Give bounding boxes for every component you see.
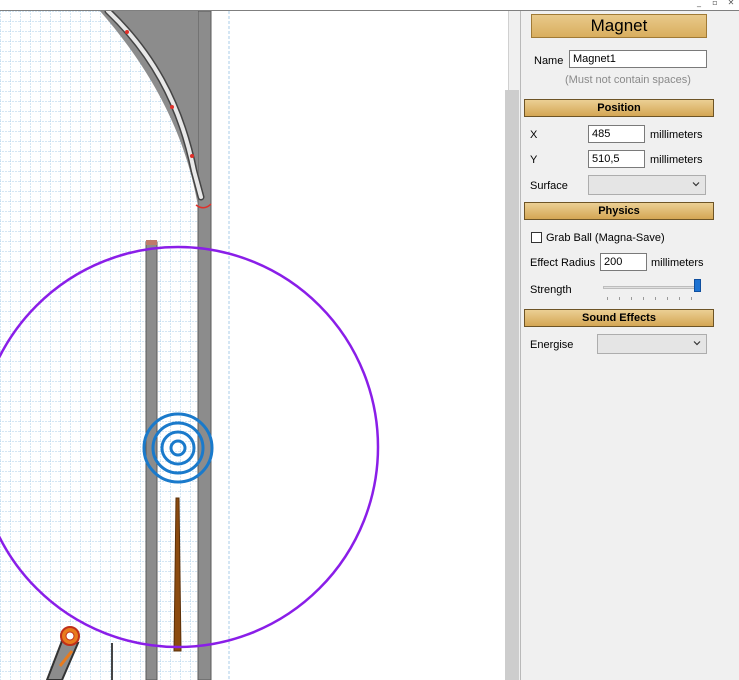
window-controls: _ ▫ ✕ — [691, 0, 739, 8]
canvas-vertical-scrollbar[interactable] — [505, 90, 519, 680]
strength-label: Strength — [530, 284, 572, 296]
physics-section-header[interactable]: Physics — [524, 202, 714, 220]
y-field[interactable] — [588, 150, 645, 168]
x-unit: millimeters — [650, 129, 703, 141]
y-label: Y — [530, 154, 538, 166]
sound-effects-section-header[interactable]: Sound Effects — [524, 309, 714, 327]
x-label: X — [530, 129, 538, 141]
surface-dropdown[interactable] — [588, 175, 706, 195]
strength-slider-thumb[interactable] — [694, 279, 701, 292]
grab-ball-label[interactable]: Grab Ball (Magna-Save) — [546, 232, 665, 244]
y-unit: millimeters — [650, 154, 703, 166]
guide-marker — [190, 154, 194, 158]
effect-radius-field[interactable] — [600, 253, 647, 271]
x-field[interactable] — [588, 125, 645, 143]
outer-wall-rail — [197, 11, 212, 680]
guide-marker — [125, 30, 129, 34]
slider-tick — [619, 297, 620, 300]
close-icon[interactable]: ✕ — [723, 0, 739, 8]
effect-radius-label: Effect Radius — [530, 257, 596, 269]
properties-panel: Magnet Name (Must not contain spaces) Po… — [520, 11, 739, 680]
lane-rail-cap — [146, 240, 157, 245]
chevron-down-icon — [693, 341, 701, 346]
name-label: Name — [534, 55, 564, 67]
slider-tick — [607, 297, 608, 300]
slider-tick — [667, 297, 668, 300]
name-hint: (Must not contain spaces) — [565, 74, 691, 86]
slider-tick — [691, 297, 692, 300]
guide-marker — [170, 105, 174, 109]
position-section-header[interactable]: Position — [524, 99, 714, 117]
effect-radius-unit: millimeters — [651, 257, 704, 269]
chevron-down-icon — [692, 182, 700, 187]
name-field[interactable] — [569, 50, 707, 68]
slider-tick — [631, 297, 632, 300]
flipper-pivot-center — [65, 631, 75, 641]
slider-tick — [655, 297, 656, 300]
window-top-strip: _ ▫ ✕ — [0, 0, 739, 11]
panel-title: Magnet — [531, 14, 707, 38]
energise-label: Energise — [530, 339, 574, 351]
restore-icon[interactable]: ▫ — [707, 0, 723, 8]
minimize-icon[interactable]: _ — [691, 0, 707, 8]
surface-label: Surface — [530, 180, 568, 192]
energise-dropdown[interactable] — [597, 334, 707, 354]
strength-slider-track[interactable] — [603, 286, 701, 289]
playfield-drawing — [0, 11, 380, 680]
grab-ball-checkbox[interactable] — [531, 232, 542, 243]
slider-tick — [679, 297, 680, 300]
playfield-editor-canvas[interactable] — [0, 11, 508, 680]
slider-tick — [643, 297, 644, 300]
